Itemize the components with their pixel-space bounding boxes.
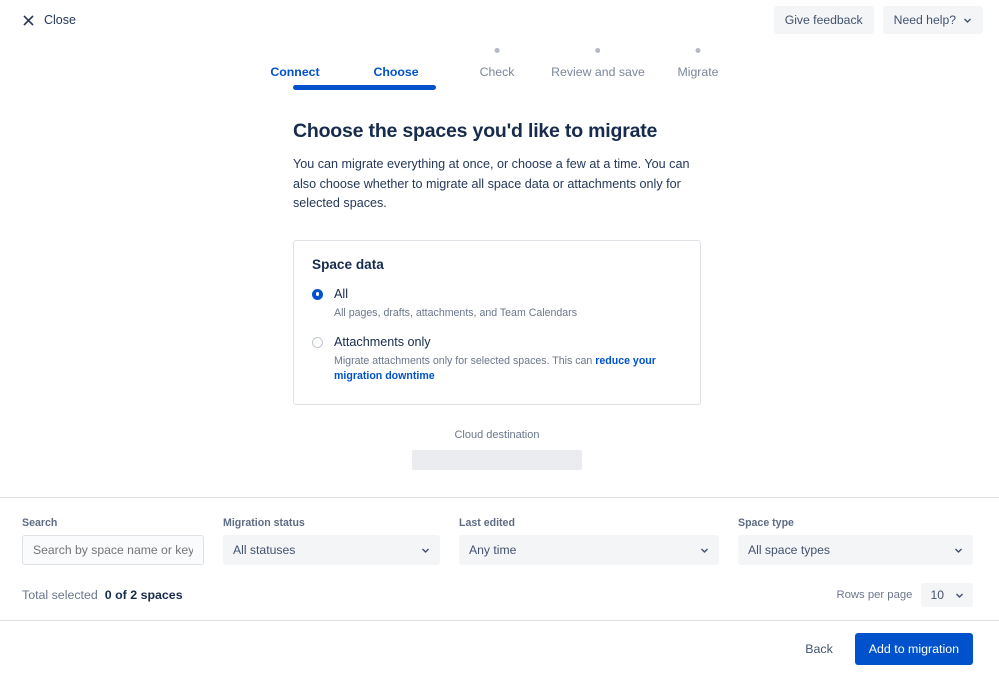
last-edited-select-value: Any time (469, 543, 517, 558)
close-x-icon (22, 14, 35, 27)
rows-per-page-value: 10 (930, 588, 944, 603)
rows-per-page-label: Rows per page (836, 589, 913, 602)
stepper-label-check: Check (479, 65, 515, 79)
page-title: Choose the spaces you'd like to migrate (293, 120, 658, 142)
stepper-step-choose[interactable]: Choose (373, 44, 418, 79)
stepper-step-migrate[interactable]: Migrate (677, 44, 719, 79)
radio-option-attachments-only[interactable]: Attachments only Migrate attachments onl… (312, 335, 682, 384)
cloud-destination-value-placeholder (412, 450, 582, 471)
filter-search: Search (22, 517, 204, 566)
space-type-select-value: All space types (748, 543, 830, 558)
top-bar: Close Give feedback Need help? (0, 0, 999, 40)
search-label: Search (22, 517, 58, 530)
migration-status-select[interactable]: All statuses (223, 535, 440, 566)
chevron-down-icon (955, 591, 964, 600)
total-selected-value: 0 of 2 spaces (104, 588, 183, 603)
radio-button-attachments-only[interactable] (312, 337, 323, 349)
chevron-down-icon (421, 546, 430, 555)
radio-description-all: All pages, drafts, attachments, and Team… (334, 306, 578, 319)
stepper-label-choose: Choose (373, 65, 419, 79)
stepper-progress-bar (293, 85, 436, 90)
page-description: You can migrate everything at once, or c… (293, 157, 690, 211)
rows-per-page: Rows per page 10 (836, 583, 973, 608)
last-edited-filter-label: Last edited (459, 517, 515, 530)
stepper-step-connect[interactable]: Connect (270, 44, 319, 79)
space-data-card-title: Space data (312, 256, 384, 272)
radio-button-all[interactable] (312, 288, 323, 300)
close-button[interactable]: Close (22, 13, 76, 27)
space-type-filter-label: Space type (738, 517, 794, 530)
chevron-down-icon (954, 546, 963, 555)
space-type-select[interactable]: All space types (738, 535, 973, 566)
filter-space-type: Space type All space types (738, 517, 973, 566)
top-bar-actions: Give feedback Need help? (773, 6, 983, 34)
close-button-label: Close (44, 13, 76, 27)
stepper-marker-review-and-save (551, 44, 645, 56)
total-selected-label: Total selected (22, 588, 98, 603)
space-data-card: Space data All All pages, drafts, attach… (293, 239, 701, 406)
filter-last-edited: Last edited Any time (459, 517, 719, 566)
chevron-down-icon (963, 16, 972, 25)
stepper-step-check[interactable]: Check (479, 44, 515, 79)
last-edited-select[interactable]: Any time (459, 535, 719, 566)
rows-per-page-select[interactable]: 10 (921, 583, 973, 608)
migration-status-select-value: All statuses (233, 543, 296, 558)
chevron-down-icon (700, 546, 709, 555)
footer-bar: Back Add to migration (0, 620, 999, 676)
stepper-label-review-and-save: Review and save (551, 65, 645, 79)
filter-bar: Search Migration status All statuses Las… (0, 498, 999, 566)
radio-label-attachments-only: Attachments only (334, 335, 431, 350)
radio-option-all-text: All All pages, drafts, attachments, and … (334, 287, 577, 321)
stepper-step-review-and-save[interactable]: Review and save (551, 44, 645, 79)
migration-status-filter-label: Migration status (223, 517, 305, 530)
need-help-button[interactable]: Need help? (882, 6, 983, 34)
main-content: Choose the spaces you'd like to migrate … (0, 120, 999, 471)
progress-stepper: Connect Choose Check Review and save Mig… (0, 44, 999, 92)
summary-row: Total selected 0 of 2 spaces Rows per pag… (0, 565, 999, 608)
stepper-marker-migrate (677, 44, 718, 56)
need-help-label: Need help? (893, 13, 956, 27)
stepper-marker-choose (373, 44, 418, 56)
total-selected: Total selected 0 of 2 spaces (22, 588, 183, 602)
cloud-destination: Cloud destination (293, 429, 701, 471)
add-to-migration-button[interactable]: Add to migration (854, 632, 973, 665)
give-feedback-button[interactable]: Give feedback (773, 6, 874, 34)
filter-migration-status: Migration status All statuses (223, 517, 440, 566)
stepper-label-connect: Connect (270, 65, 320, 79)
give-feedback-label: Give feedback (784, 13, 863, 27)
back-button[interactable]: Back (805, 642, 833, 656)
radio-description-attachments-only-text: Migrate attachments only for selected sp… (334, 355, 596, 368)
stepper-dot-check (494, 47, 500, 53)
stepper-marker-connect (270, 44, 319, 56)
stepper-marker-check (480, 44, 515, 56)
cloud-destination-label: Cloud destination (454, 429, 540, 442)
search-input[interactable] (22, 535, 204, 566)
stepper-dot-migrate (695, 47, 701, 53)
radio-option-attachments-only-text: Attachments only Migrate attachments onl… (334, 335, 682, 384)
radio-description-attachments-only: Migrate attachments only for selected sp… (334, 354, 682, 384)
radio-label-all: All (334, 286, 348, 301)
stepper-dot-review-and-save (595, 47, 601, 53)
radio-option-all[interactable]: All All pages, drafts, attachments, and … (312, 287, 682, 321)
stepper-label-migrate: Migrate (677, 65, 719, 79)
